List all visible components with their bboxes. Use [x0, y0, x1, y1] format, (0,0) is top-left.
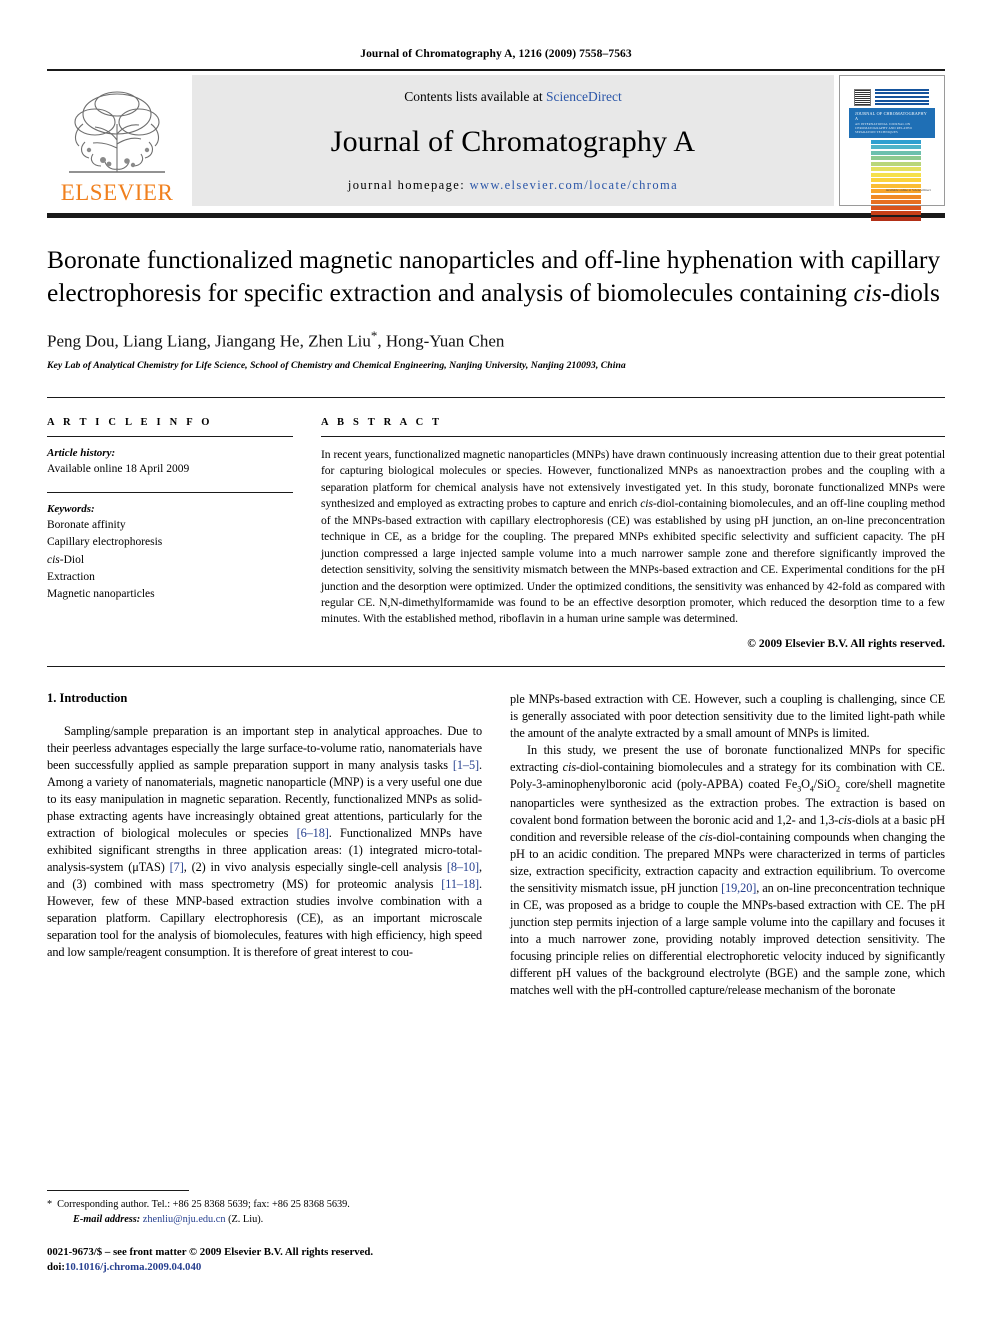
article-info-heading: A R T I C L E I N F O — [47, 416, 213, 428]
running-head: Journal of Chromatography A, 1216 (2009)… — [360, 48, 632, 60]
cover-top-box — [849, 85, 935, 106]
body-column-left: 1. Introduction Sampling/sample preparat… — [47, 691, 482, 999]
homepage-label: journal homepage: — [347, 178, 470, 192]
cover-subtitle-text: AN INTERNATIONAL JOURNAL ON CHROMATOGRAP… — [855, 121, 912, 135]
keyword-item: Magnetic nanoparticles — [47, 588, 155, 601]
doi-label: doi: — [47, 1261, 65, 1274]
title-bottom-rule — [47, 396, 945, 398]
cover-top-bars — [875, 88, 929, 106]
keyword-item: cis-Diol — [47, 553, 85, 566]
cover-title-text: JOURNAL OF CHROMATOGRAPHY A — [855, 110, 927, 122]
author-list: Peng Dou, Liang Liang, Jiangang He, Zhen… — [47, 328, 945, 352]
issn-line: 0021-9673/$ – see front matter © 2009 El… — [47, 1245, 374, 1258]
issn-doi-block: 0021-9673/$ – see front matter © 2009 El… — [47, 1245, 482, 1276]
title-italic: cis — [853, 277, 882, 307]
cover-logo-icon — [854, 88, 871, 106]
cover-title-band: JOURNAL OF CHROMATOGRAPHY A AN INTERNATI… — [849, 107, 935, 139]
section-heading-introduction: 1. Introduction — [47, 690, 128, 705]
abstract-bottom-rule — [47, 665, 945, 667]
body-columns: 1. Introduction Sampling/sample preparat… — [47, 691, 945, 999]
keywords-block: Keywords: Boronate affinity Capillary el… — [47, 493, 293, 604]
copyright-line: © 2009 Elsevier B.V. All rights reserved… — [747, 636, 945, 650]
contents-available-line: Contents lists available at ScienceDirec… — [404, 89, 621, 105]
journal-title: Journal of Chromatography A — [330, 124, 696, 158]
body-column-right: ple MNPs-based extraction with CE. Howev… — [510, 691, 945, 999]
title-suffix: -diols — [881, 277, 940, 307]
top-rule — [47, 69, 945, 71]
article-history-value: Available online 18 April 2009 — [47, 463, 190, 476]
intro-paragraph-1-cont: ple MNPs-based extraction with CE. Howev… — [510, 691, 945, 740]
keyword-item: Extraction — [47, 570, 95, 583]
cover-stripes — [849, 139, 935, 221]
sciencedirect-link[interactable]: ScienceDirect — [546, 89, 622, 104]
abstract-heading: A B S T R A C T — [321, 416, 443, 428]
email-label: E-mail address: — [73, 1213, 141, 1225]
doi-line: doi:10.1016/j.chroma.2009.04.040 — [47, 1260, 482, 1276]
keywords-label: Keywords: — [47, 502, 95, 515]
elsevier-tree-icon — [69, 91, 165, 173]
journal-masthead: ELSEVIER Contents lists available at Sci… — [47, 75, 945, 221]
doi-link[interactable]: 10.1016/j.chroma.2009.04.040 — [65, 1261, 201, 1273]
footnote-rule — [47, 1189, 189, 1191]
email-suffix: (Z. Liu). — [228, 1213, 264, 1225]
email-link[interactable]: zhenliu@nju.edu.cn — [143, 1214, 226, 1225]
title-main: Boronate functionalized magnetic nanopar… — [47, 245, 941, 307]
elsevier-wordmark: ELSEVIER — [60, 180, 174, 205]
authors-tail: , Hong-Yuan Chen — [377, 331, 505, 351]
keyword-item: Capillary electrophoresis — [47, 536, 163, 549]
masthead-bottom-rule — [47, 213, 945, 218]
info-abstract-row: A R T I C L E I N F O Article history: A… — [47, 417, 945, 650]
footnote-star-icon: * — [47, 1198, 53, 1210]
article-history-block: Article history: Available online 18 Apr… — [47, 437, 293, 479]
journal-cover-thumbnail: JOURNAL OF CHROMATOGRAPHY A AN INTERNATI… — [839, 75, 945, 221]
masthead-center-panel: Contents lists available at ScienceDirec… — [192, 75, 834, 206]
authors-main: Peng Dou, Liang Liang, Jiangang He, Zhen… — [47, 331, 371, 351]
page-title: Boronate functionalized magnetic nanopar… — [47, 244, 945, 309]
journal-homepage-line: journal homepage: www.elsevier.com/locat… — [348, 178, 678, 193]
cover-footer-text: Available online at ScienceDirect — [885, 188, 931, 193]
corresponding-author-text: Corresponding author. Tel.: +86 25 8368 … — [57, 1198, 350, 1210]
contents-prefix: Contents lists available at — [404, 89, 546, 104]
homepage-url-link[interactable]: www.elsevier.com/locate/chroma — [470, 178, 679, 192]
corresponding-author-note: * Corresponding author. Tel.: +86 25 8368… — [47, 1198, 482, 1228]
article-history-label: Article history: — [47, 446, 116, 459]
abstract-column: A B S T R A C T In recent years, functio… — [321, 417, 945, 650]
affiliation: Key Lab of Analytical Chemistry for Life… — [47, 359, 626, 371]
article-page: Journal of Chromatography A, 1216 (2009)… — [0, 0, 992, 1323]
keyword-item: Boronate affinity — [47, 519, 126, 532]
elsevier-logo: ELSEVIER — [47, 75, 187, 206]
article-info-column: A R T I C L E I N F O Article history: A… — [47, 417, 321, 650]
intro-paragraph-1: Sampling/sample preparation is an import… — [47, 723, 482, 960]
abstract-text: In recent years, functionalized magnetic… — [321, 447, 945, 626]
footnote-block: * Corresponding author. Tel.: +86 25 8368… — [47, 1189, 482, 1276]
intro-paragraph-2: In this study, we present the use of bor… — [510, 742, 946, 997]
